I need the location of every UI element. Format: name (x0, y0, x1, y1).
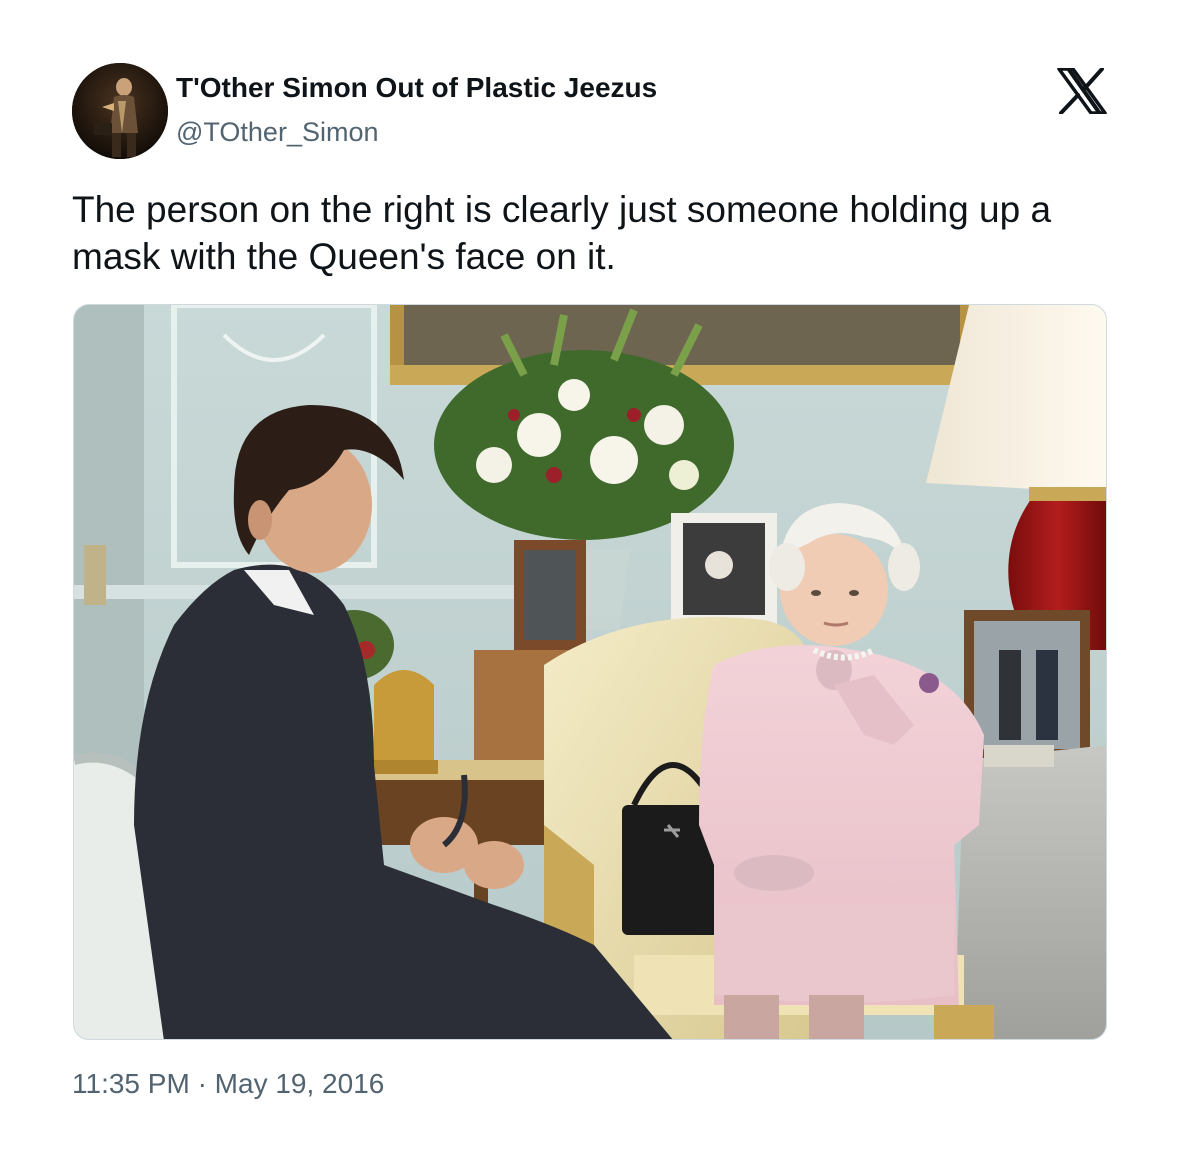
author-avatar[interactable] (72, 63, 168, 159)
author-handle[interactable]: @TOther_Simon (176, 117, 379, 148)
tweet-photo[interactable] (73, 304, 1107, 1040)
timestamp-separator: · (197, 1068, 207, 1099)
avatar-photo (72, 63, 168, 159)
photo-illustration (74, 305, 1106, 1039)
tweet-card: T'Other Simon Out of Plastic Jeezus @TOt… (0, 0, 1180, 1169)
tweet-timestamp: 11:35 PM · May 19, 2016 (72, 1068, 384, 1100)
tweet-text: The person on the right is clearly just … (72, 189, 1052, 277)
tweet-date[interactable]: May 19, 2016 (215, 1068, 385, 1099)
x-logo-icon[interactable] (1057, 67, 1107, 115)
author-display-name[interactable]: T'Other Simon Out of Plastic Jeezus (176, 72, 657, 104)
tweet-time[interactable]: 11:35 PM (72, 1068, 190, 1099)
